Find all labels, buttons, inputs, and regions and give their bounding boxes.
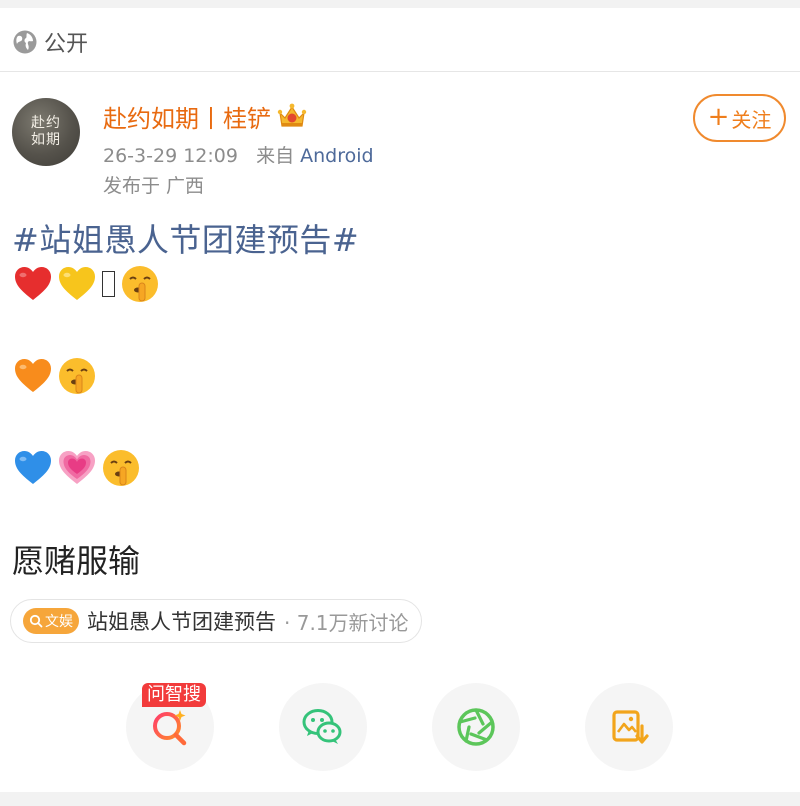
save-image-button[interactable] [585, 683, 673, 771]
moments-aperture-icon [457, 708, 495, 746]
author-name-row[interactable]: 赴约如期丨桂铲 [103, 99, 307, 134]
post-closing-text: 愿赌服输 [12, 542, 141, 580]
orange-heart-icon [15, 359, 51, 392]
save-image-icon [612, 710, 649, 744]
topic-badge: 文娱 [23, 608, 79, 634]
author-name[interactable]: 赴约如期丨桂铲 [103, 99, 271, 134]
post-location: 发布于 广西 [103, 175, 205, 197]
topic-badge-label: 文娱 [45, 614, 73, 630]
moments-share-button[interactable] [432, 683, 520, 771]
avatar[interactable]: 赴约如期 [12, 98, 80, 166]
search-icon [29, 614, 43, 628]
emoji-line-1 [12, 263, 161, 305]
post-source[interactable]: Android [300, 145, 373, 167]
post-hashtag[interactable]: #站姐愚人节团建预告# [12, 215, 359, 261]
bottom-gap [0, 792, 800, 806]
shushing-face-icon [122, 266, 158, 302]
crown-badge-icon [277, 103, 307, 127]
follow-label: 关注 [731, 107, 772, 132]
post-meta: 26-3-29 12:09 来自 Android [103, 141, 374, 168]
visibility-label: 公开 [44, 32, 89, 57]
header-divider [0, 71, 800, 72]
emoji-line-2 [12, 355, 98, 397]
growing-heart-icon [59, 451, 95, 484]
wechat-share-button[interactable] [279, 683, 367, 771]
topic-chip[interactable]: 文娱 站姐愚人节团建预告 · 7.1万新讨论 [10, 599, 422, 643]
ask-ai-tag[interactable]: 问智搜 [142, 683, 206, 707]
shushing-face-icon [59, 358, 95, 394]
follow-button[interactable]: + 关注 [693, 94, 786, 142]
post-timestamp: 26-3-29 12:09 [103, 145, 238, 167]
globe-icon [13, 30, 37, 54]
topic-count: · 7.1万新讨论 [284, 610, 409, 635]
top-gap [0, 0, 800, 8]
blue-heart-icon [15, 451, 51, 484]
ai-search-icon [153, 710, 187, 746]
avatar-text: 赴约如期 [31, 115, 61, 148]
shushing-face-icon [103, 450, 139, 486]
visibility-indicator: 公开 [12, 24, 88, 60]
missing-glyph-icon [102, 271, 115, 297]
yellow-heart-icon [59, 267, 95, 300]
emoji-line-3 [12, 447, 142, 489]
plus-icon: + [707, 102, 730, 132]
topic-title: 站姐愚人节团建预告 [87, 610, 276, 634]
red-heart-icon [15, 267, 51, 300]
wechat-icon [302, 709, 342, 744]
source-prefix: 来自 [256, 145, 295, 167]
